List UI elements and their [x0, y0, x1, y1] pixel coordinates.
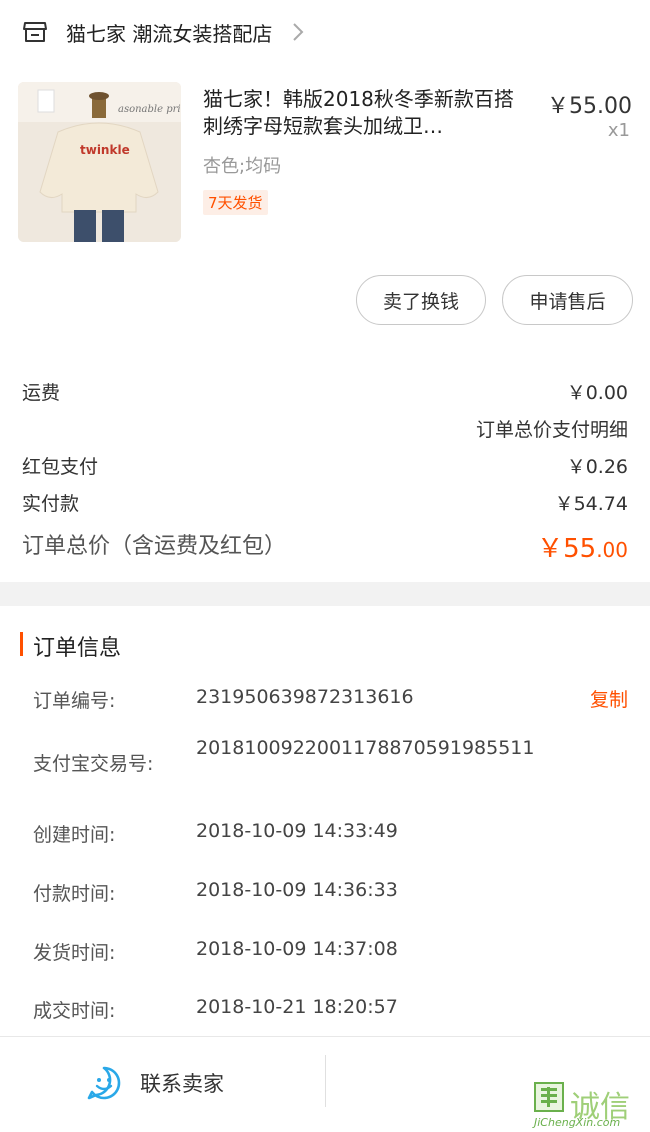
paid-label: 实付款	[22, 493, 80, 515]
paid-value: ￥54.74	[554, 493, 628, 515]
shipped-time-value: 2018-10-09 14:37:08	[196, 938, 398, 960]
svg-text:twinkle: twinkle	[80, 143, 130, 157]
smiley-chat-icon	[87, 1066, 121, 1100]
deal-time-label: 成交时间:	[33, 1000, 116, 1022]
redpacket-value: ￥0.26	[566, 456, 628, 478]
shipping-label: 运费	[22, 382, 61, 404]
watermark-logo-icon	[534, 1082, 564, 1112]
store-icon	[23, 22, 47, 42]
payment-detail-row[interactable]: 订单总价支付明细	[0, 415, 650, 451]
total-label: 订单总价（含运费及红包）	[22, 534, 287, 559]
product-card[interactable]: asonable price twinkle 猫七家！韩版2018秋冬季新款百搭…	[0, 80, 650, 250]
store-header[interactable]: 猫七家 潮流女装搭配店	[0, 0, 650, 64]
total-row: 订单总价（含运费及红包） ￥55.00	[0, 528, 650, 568]
deal-time-value: 2018-10-21 18:20:57	[196, 996, 398, 1018]
product-photo: asonable price twinkle	[18, 82, 181, 242]
product-quantity: x1	[607, 120, 630, 141]
copy-button[interactable]: 复制	[590, 685, 628, 712]
shipping-value: ￥0.00	[566, 382, 628, 404]
shipped-time-label: 发货时间:	[33, 942, 116, 964]
product-price: ￥55.00	[547, 94, 632, 119]
redpacket-label: 红包支付	[22, 456, 99, 478]
created-time-value: 2018-10-09 14:33:49	[196, 820, 398, 842]
svg-text:asonable price: asonable price	[118, 104, 181, 115]
alipay-trade-value: 2018100922001178870591985511	[196, 737, 535, 759]
order-info-title: 订单信息	[33, 636, 122, 661]
shipping-badge: 7天发货	[203, 190, 268, 215]
section-separator	[0, 582, 650, 606]
sell-button[interactable]: 卖了换钱	[356, 275, 486, 325]
product-image[interactable]: asonable price twinkle	[18, 82, 181, 242]
paid-time-label: 付款时间:	[33, 883, 116, 905]
paid-time-value: 2018-10-09 14:36:33	[196, 879, 398, 901]
contact-seller-label: 联系卖家	[140, 1072, 224, 1096]
bottom-divider	[325, 1055, 326, 1107]
product-title[interactable]: 猫七家！韩版2018秋冬季新款百搭刺绣字母短款套头加绒卫…	[203, 86, 533, 142]
redpacket-row: 红包支付 ￥0.26	[0, 452, 650, 488]
contact-seller-button[interactable]: 联系卖家	[86, 1065, 224, 1101]
store-name[interactable]: 猫七家 潮流女装搭配店	[66, 18, 272, 47]
product-sku: 杏色;均码	[203, 156, 282, 177]
total-main: ￥55	[537, 534, 597, 564]
watermark: 诚信 JiChengXin.com	[534, 1082, 644, 1132]
shipping-row: 运费 ￥0.00	[0, 378, 650, 414]
chevron-right-icon	[293, 23, 304, 41]
paid-row: 实付款 ￥54.74	[0, 489, 650, 525]
order-number-value: 231950639872313616	[196, 686, 414, 708]
alipay-trade-label: 支付宝交易号:	[33, 753, 154, 775]
after-sale-button[interactable]: 申请售后	[502, 275, 633, 325]
payment-detail-link[interactable]: 订单总价支付明细	[476, 415, 628, 442]
order-number-label: 订单编号:	[33, 690, 116, 712]
total-cents: .00	[596, 538, 628, 562]
created-time-label: 创建时间:	[33, 824, 116, 846]
total-value: ￥55.00	[537, 528, 628, 565]
section-accent-bar	[20, 632, 23, 656]
watermark-url: JiChengXin.com	[534, 1116, 621, 1129]
